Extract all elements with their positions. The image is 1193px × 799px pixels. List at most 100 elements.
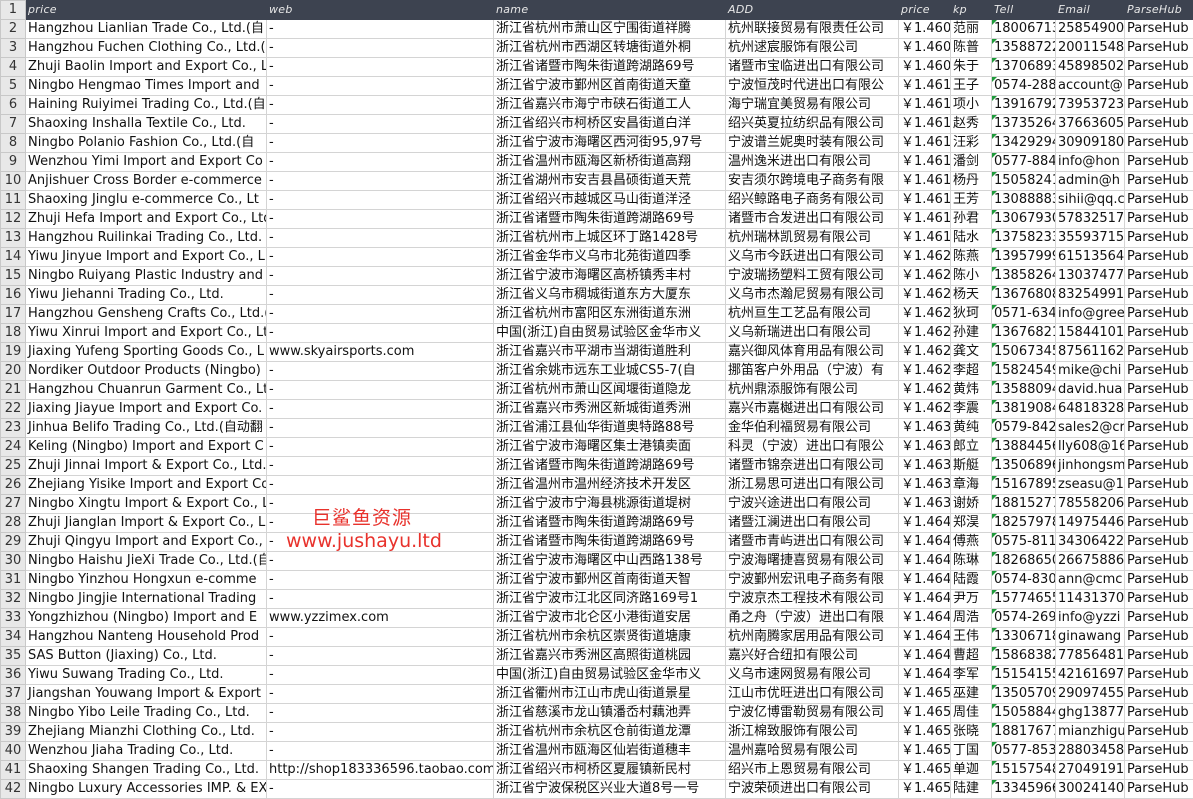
cell-web[interactable]: - bbox=[267, 495, 494, 514]
cell-name[interactable]: 中国(浙江)自由贸易试验区金华市义 bbox=[494, 666, 726, 685]
cell-email[interactable]: info@gree bbox=[1056, 305, 1125, 324]
cell-parsehub[interactable]: ParseHub bbox=[1125, 514, 1193, 533]
cell-parsehub[interactable]: ParseHub bbox=[1125, 96, 1193, 115]
cell-parsehub[interactable]: ParseHub bbox=[1125, 533, 1193, 552]
cell-kp[interactable]: 王芳 bbox=[951, 191, 992, 210]
row-number[interactable]: 14 bbox=[1, 248, 26, 267]
cell-email[interactable]: 73953723 bbox=[1056, 96, 1125, 115]
cell-email[interactable]: ginawang bbox=[1056, 628, 1125, 647]
cell-web[interactable]: - bbox=[267, 362, 494, 381]
cell-web[interactable]: - bbox=[267, 723, 494, 742]
cell-tell[interactable]: 0577-884 bbox=[992, 153, 1056, 172]
cell-web[interactable]: - bbox=[267, 172, 494, 191]
cell-tell[interactable]: 0574-269 bbox=[992, 609, 1056, 628]
cell-parsehub[interactable]: ParseHub bbox=[1125, 362, 1193, 381]
cell-email[interactable]: 45898502 bbox=[1056, 58, 1125, 77]
cell-price-2[interactable]: ￥1.462 bbox=[899, 305, 951, 324]
cell-web[interactable]: - bbox=[267, 96, 494, 115]
column-header-add[interactable]: ADD bbox=[726, 1, 899, 20]
cell-price-2[interactable]: ￥1.465 bbox=[899, 780, 951, 799]
cell-email[interactable]: mike@chi bbox=[1056, 362, 1125, 381]
column-header-name[interactable]: name bbox=[494, 1, 726, 20]
cell-price[interactable]: Hangzhou Lianlian Trade Co., Ltd.(自 bbox=[26, 20, 267, 39]
cell-web[interactable]: - bbox=[267, 305, 494, 324]
cell-add[interactable]: 诸暨市青屿进出口有限公司 bbox=[726, 533, 899, 552]
cell-email[interactable]: jinhongsm bbox=[1056, 457, 1125, 476]
cell-web[interactable]: - bbox=[267, 628, 494, 647]
cell-name[interactable]: 浙江省温州市瓯海区仙岩街道穗丰 bbox=[494, 742, 726, 761]
cell-web[interactable]: - bbox=[267, 400, 494, 419]
cell-email[interactable]: 13037477 bbox=[1056, 267, 1125, 286]
cell-add[interactable]: 嘉兴好合纽扣有限公司 bbox=[726, 647, 899, 666]
cell-add[interactable]: 科灵（宁波）进出口有限公 bbox=[726, 438, 899, 457]
cell-price[interactable]: Wenzhou Yimi Import and Export Co bbox=[26, 153, 267, 172]
cell-tell[interactable]: 15868382 bbox=[992, 647, 1056, 666]
cell-name[interactable]: 浙江省诸暨市陶朱街道跨湖路69号 bbox=[494, 533, 726, 552]
row-number[interactable]: 30 bbox=[1, 552, 26, 571]
row-number[interactable]: 25 bbox=[1, 457, 26, 476]
cell-tell[interactable]: 18817677 bbox=[992, 723, 1056, 742]
cell-web[interactable]: - bbox=[267, 210, 494, 229]
cell-price-2[interactable]: ￥1.462 bbox=[899, 400, 951, 419]
cell-add[interactable]: 杭州瑞林凯贸易有限公司 bbox=[726, 229, 899, 248]
cell-kp[interactable]: 王伟 bbox=[951, 628, 992, 647]
cell-kp[interactable]: 赵秀 bbox=[951, 115, 992, 134]
cell-price[interactable]: Ningbo Hengmao Times Import and bbox=[26, 77, 267, 96]
cell-web[interactable]: - bbox=[267, 571, 494, 590]
cell-price-2[interactable]: ￥1.463 bbox=[899, 457, 951, 476]
cell-parsehub[interactable]: ParseHub bbox=[1125, 685, 1193, 704]
cell-add[interactable]: 杭州逑宸服饰有限公司 bbox=[726, 39, 899, 58]
cell-name[interactable]: 浙江省嘉兴市海宁市硖石街道工人 bbox=[494, 96, 726, 115]
cell-web[interactable]: - bbox=[267, 229, 494, 248]
cell-email[interactable]: info@hon bbox=[1056, 153, 1125, 172]
cell-parsehub[interactable]: ParseHub bbox=[1125, 20, 1193, 39]
cell-tell[interactable]: 13858264 bbox=[992, 267, 1056, 286]
cell-parsehub[interactable]: ParseHub bbox=[1125, 77, 1193, 96]
cell-kp[interactable]: 陆水 bbox=[951, 229, 992, 248]
cell-add[interactable]: 宁波京杰工程技术有限公司 bbox=[726, 590, 899, 609]
cell-price-2[interactable]: ￥1.461 bbox=[899, 172, 951, 191]
cell-parsehub[interactable]: ParseHub bbox=[1125, 248, 1193, 267]
cell-add[interactable]: 杭州南腾家居用品有限公司 bbox=[726, 628, 899, 647]
cell-kp[interactable]: 陈普 bbox=[951, 39, 992, 58]
cell-parsehub[interactable]: ParseHub bbox=[1125, 552, 1193, 571]
cell-price-2[interactable]: ￥1.461 bbox=[899, 134, 951, 153]
row-number[interactable]: 13 bbox=[1, 229, 26, 248]
cell-kp[interactable]: 范丽 bbox=[951, 20, 992, 39]
cell-price[interactable]: SAS Button (Jiaxing) Co., Ltd. bbox=[26, 647, 267, 666]
cell-price[interactable]: Yiwu Jinyue Import and Export Co., L bbox=[26, 248, 267, 267]
cell-name[interactable]: 浙江省湖州市安吉县昌硕街道天荒 bbox=[494, 172, 726, 191]
cell-kp[interactable]: 郑淏 bbox=[951, 514, 992, 533]
cell-price-2[interactable]: ￥1.461 bbox=[899, 229, 951, 248]
cell-name[interactable]: 浙江省诸暨市陶朱街道跨湖路69号 bbox=[494, 457, 726, 476]
cell-add[interactable]: 宁波海曙捷喜贸易有限公司 bbox=[726, 552, 899, 571]
row-number[interactable]: 32 bbox=[1, 590, 26, 609]
cell-name[interactable]: 浙江省杭州市富阳区东洲街道东洲 bbox=[494, 305, 726, 324]
cell-price[interactable]: Haining Ruiyimei Trading Co., Ltd.(自 bbox=[26, 96, 267, 115]
cell-name[interactable]: 浙江省诸暨市陶朱街道跨湖路69号 bbox=[494, 210, 726, 229]
cell-price[interactable]: Wenzhou Jiaha Trading Co., Ltd. bbox=[26, 742, 267, 761]
row-number[interactable]: 31 bbox=[1, 571, 26, 590]
cell-price[interactable]: Hangzhou Chuanrun Garment Co., Lt bbox=[26, 381, 267, 400]
column-header-price[interactable]: price bbox=[26, 1, 267, 20]
cell-price[interactable]: Ningbo Luxury Accessories IMP. & EX bbox=[26, 780, 267, 799]
cell-parsehub[interactable]: ParseHub bbox=[1125, 229, 1193, 248]
cell-add[interactable]: 杭州鼎添服饰有限公司 bbox=[726, 381, 899, 400]
cell-name[interactable]: 浙江省杭州市萧山区宁围街道祥腾 bbox=[494, 20, 726, 39]
cell-add[interactable]: 宁波荣硕进出口有限公司 bbox=[726, 780, 899, 799]
cell-price[interactable]: Yiwu Xinrui Import and Export Co., Lt bbox=[26, 324, 267, 343]
cell-add[interactable]: 绍兴英夏拉纺织品有限公司 bbox=[726, 115, 899, 134]
cell-price-2[interactable]: ￥1.461 bbox=[899, 77, 951, 96]
cell-add[interactable]: 挪笛客户外用品（宁波）有 bbox=[726, 362, 899, 381]
cell-add[interactable]: 嘉兴市嘉樾进出口有限公司 bbox=[726, 400, 899, 419]
cell-email[interactable]: 35593715 bbox=[1056, 229, 1125, 248]
cell-parsehub[interactable]: ParseHub bbox=[1125, 267, 1193, 286]
cell-price[interactable]: Zhuji Baolin Import and Export Co., L bbox=[26, 58, 267, 77]
row-number[interactable]: 19 bbox=[1, 343, 26, 362]
cell-web[interactable]: - bbox=[267, 742, 494, 761]
cell-kp[interactable]: 章海 bbox=[951, 476, 992, 495]
cell-kp[interactable]: 黄炜 bbox=[951, 381, 992, 400]
cell-kp[interactable]: 朱于 bbox=[951, 58, 992, 77]
cell-tell[interactable]: 0574-830 bbox=[992, 571, 1056, 590]
cell-web[interactable]: - bbox=[267, 533, 494, 552]
